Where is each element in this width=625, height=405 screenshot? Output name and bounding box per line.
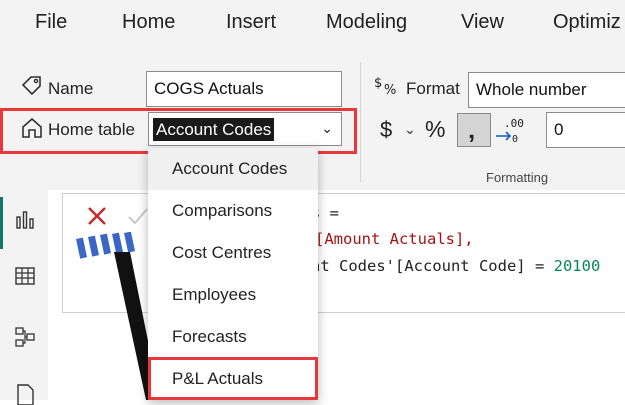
menu-file[interactable]: File [35, 11, 67, 34]
name-label: Name [48, 79, 94, 98]
format-field[interactable]: Whole number [468, 72, 625, 108]
menu-view[interactable]: View [461, 11, 504, 34]
tag-icon [21, 76, 41, 96]
highlight-box-pl-actuals [148, 357, 318, 400]
currency-percent-format-icon: $ % [374, 76, 396, 98]
dax-query-view-icon[interactable] [14, 383, 36, 405]
decimal-places-icon[interactable]: .00 0 [494, 116, 526, 146]
formula-line-3: nt Codes'[Account Code] = 20100 [311, 257, 600, 275]
commit-check-icon[interactable] [127, 206, 149, 226]
currency-chevron-icon[interactable]: ⌄ [404, 121, 416, 138]
format-label: Format [406, 79, 460, 98]
table-view-icon[interactable] [14, 265, 36, 287]
name-field[interactable]: COGS Actuals [146, 71, 342, 107]
formula-line-2: [Amount Actuals], [315, 230, 474, 248]
model-view-icon[interactable] [14, 326, 36, 348]
option-employees[interactable]: Employees [148, 274, 318, 316]
option-comparisons[interactable]: Comparisons [148, 190, 318, 232]
decimal-places-field[interactable]: 0 [546, 112, 625, 148]
currency-button[interactable]: $ [380, 117, 392, 143]
option-cost-centres[interactable]: Cost Centres [148, 232, 318, 274]
menu-bar: File Home Insert Modeling View Optimiz [0, 0, 625, 48]
active-view-indicator [0, 197, 3, 249]
percent-button[interactable]: % [425, 116, 445, 143]
svg-text:.00: .00 [504, 117, 524, 130]
menu-modeling[interactable]: Modeling [326, 11, 407, 34]
formula-column-ref: nt Codes'[Account Code] = [311, 257, 554, 275]
option-account-codes[interactable]: Account Codes [148, 148, 318, 190]
menu-home[interactable]: Home [122, 11, 175, 34]
cancel-x-icon[interactable] [85, 204, 109, 228]
option-forecasts[interactable]: Forecasts [148, 316, 318, 358]
formula-number: 20100 [553, 257, 601, 275]
formatting-group-caption: Formatting [486, 170, 549, 185]
ribbon-separator [360, 62, 361, 182]
svg-text:$: $ [374, 76, 382, 91]
svg-text:0: 0 [512, 134, 518, 145]
menu-optimize[interactable]: Optimiz [553, 11, 621, 34]
comma-style-button[interactable]: ‚ [457, 113, 491, 147]
report-view-icon[interactable] [14, 209, 36, 231]
comma-icon: ‚ [468, 114, 476, 144]
menu-insert[interactable]: Insert [226, 11, 276, 34]
svg-text:%: % [384, 83, 396, 98]
